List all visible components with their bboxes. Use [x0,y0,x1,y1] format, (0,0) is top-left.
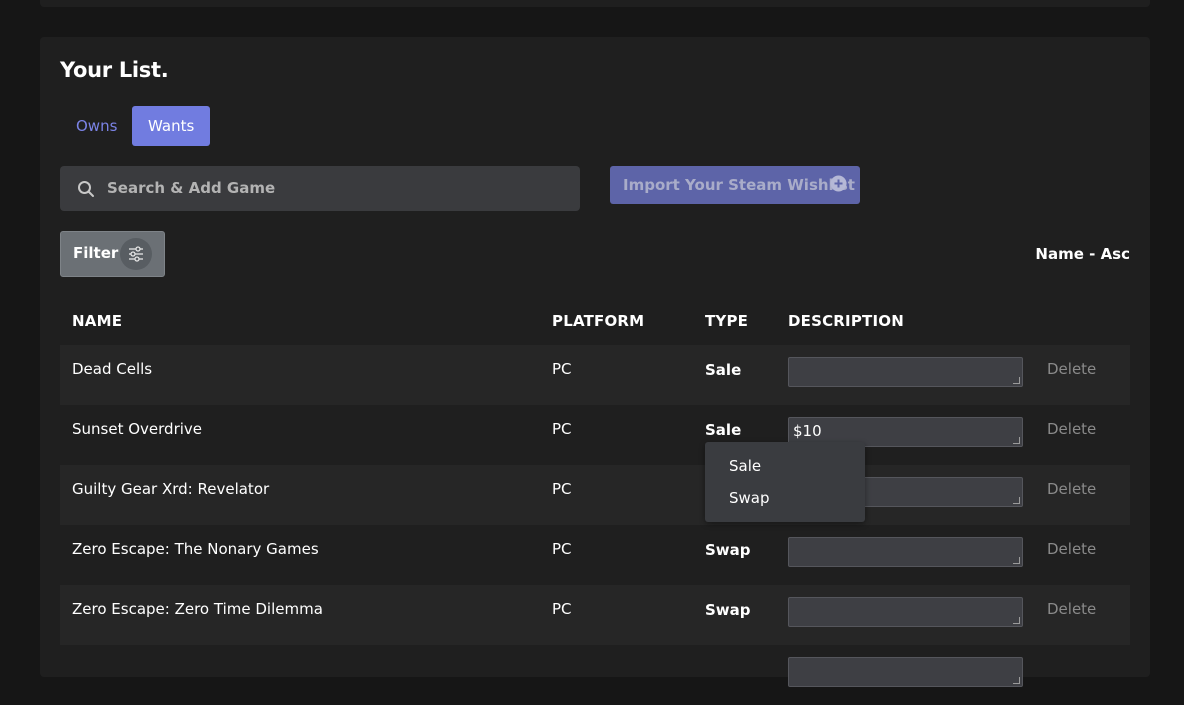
type-dropdown-menu: Sale Swap [705,442,865,522]
game-name: Guilty Gear Xrd: Revelator [72,480,270,498]
table-row: Dead Cells PC Sale Delete [60,345,1130,405]
type-select[interactable]: Swap [705,601,751,619]
game-name: Zero Escape: The Nonary Games [72,540,319,558]
tab-owns[interactable]: Owns [60,106,133,146]
delete-button[interactable]: Delete [1047,360,1096,378]
type-select[interactable]: Swap [705,541,751,559]
table-row-partial [60,645,1130,705]
description-textarea[interactable] [788,357,1023,387]
platform-value: PC [552,540,572,558]
search-icon [78,181,94,197]
type-select[interactable]: Sale [705,421,741,439]
platform-value: PC [552,360,572,378]
import-steam-wishlist-button[interactable]: Import Your Steam Wishlist [610,166,860,204]
search-placeholder: Search & Add Game [107,179,276,197]
previous-section-edge [40,0,1150,7]
sliders-icon [120,238,152,270]
dropdown-option-swap[interactable]: Swap [729,489,770,507]
dropdown-option-sale[interactable]: Sale [729,457,761,475]
description-textarea[interactable] [788,537,1023,567]
column-header-type[interactable]: TYPE [705,312,748,330]
import-button-label: Import Your Steam Wishlist [623,176,855,194]
table-row: Guilty Gear Xrd: Revelator PC Delete [60,465,1130,525]
type-select[interactable]: Sale [705,361,741,379]
platform-value: PC [552,600,572,618]
game-name: Dead Cells [72,360,153,378]
platform-value: PC [552,420,572,438]
delete-button[interactable]: Delete [1047,420,1096,438]
delete-button[interactable]: Delete [1047,480,1096,498]
column-header-description[interactable]: DESCRIPTION [788,312,904,330]
table-row: Sunset Overdrive PC Sale $10 Delete [60,405,1130,465]
game-name: Zero Escape: Zero Time Dilemma [72,600,323,618]
platform-value: PC [552,480,572,498]
description-textarea[interactable] [788,597,1023,627]
filter-button[interactable]: Filter [60,231,165,277]
game-name: Sunset Overdrive [72,420,203,438]
table-row: Zero Escape: Zero Time Dilemma PC Swap D… [60,585,1130,645]
table-row: Zero Escape: The Nonary Games PC Swap De… [60,525,1130,585]
description-textarea[interactable] [788,657,1023,687]
delete-button[interactable]: Delete [1047,540,1096,558]
sort-selector[interactable]: Name - Asc [1035,245,1130,263]
plus-circle-icon [830,175,847,192]
column-header-name[interactable]: NAME [72,312,122,330]
search-input[interactable]: Search & Add Game [60,166,580,211]
filter-label: Filter [73,244,119,262]
tab-wants[interactable]: Wants [132,106,211,146]
delete-button[interactable]: Delete [1047,600,1096,618]
column-header-platform[interactable]: PLATFORM [552,312,644,330]
page-title: Your List. [60,58,169,82]
